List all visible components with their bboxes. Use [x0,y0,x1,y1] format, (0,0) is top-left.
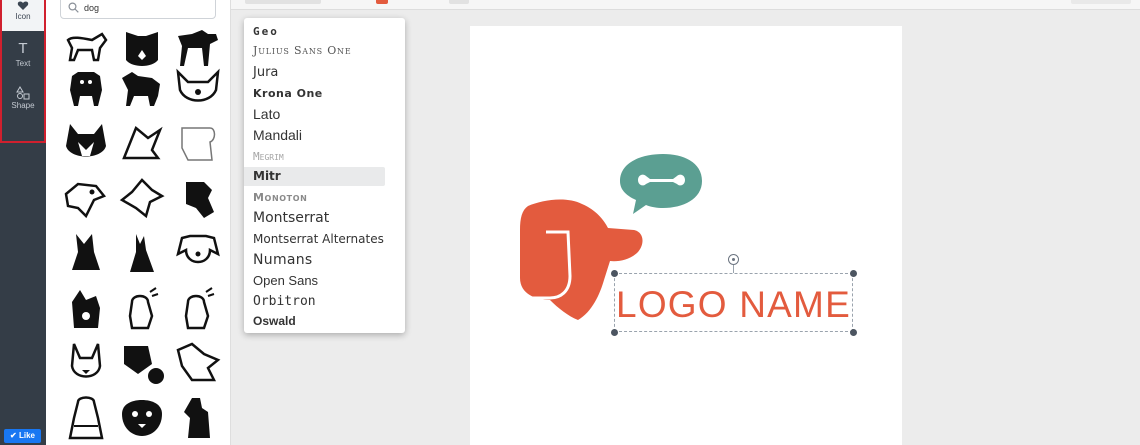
retriever-silhouette-icon[interactable] [118,66,166,114]
dog-bubble-icon[interactable] [118,340,166,388]
font-option-jura[interactable]: Jura [244,63,385,82]
font-option-orbitron[interactable]: Orbitron [244,292,385,311]
resize-handle-top-right[interactable] [850,270,857,277]
search-icon [68,2,79,13]
dog-sitting-tall-icon[interactable] [174,394,222,442]
beagle-face-line-icon[interactable] [174,230,222,278]
dog-face-round-icon[interactable] [118,394,166,442]
puppy-sitting-line-2-icon[interactable] [174,286,222,334]
search-box[interactable] [60,0,216,19]
dog-outline-abstract-icon[interactable] [174,120,222,168]
toolbar-color-swatch[interactable] [376,0,388,4]
toolbar-right-actions[interactable] [1071,0,1131,4]
font-option-geo[interactable]: Geo [244,22,385,41]
fox-head-outline-icon[interactable] [118,176,166,224]
selection-box [614,273,853,332]
puppy-sitting-line-icon[interactable] [118,286,166,334]
doberman-sitting-icon[interactable] [118,230,166,278]
rotate-handle[interactable] [728,254,739,265]
font-option-mitr[interactable]: Mitr [244,167,385,186]
pug-silhouette-icon[interactable] [62,66,110,114]
toolbar-font-select[interactable] [245,0,321,4]
toolbar-size-field[interactable] [449,0,469,4]
icon-panel [46,0,231,445]
resize-handle-bottom-right[interactable] [850,329,857,336]
husky-face-icon[interactable] [62,120,110,168]
dog-lying-line-icon[interactable] [174,340,222,388]
dog-sweater-icon[interactable] [62,394,110,442]
font-option-lato[interactable]: Lato [244,105,385,124]
like-button[interactable]: ✔ Like [4,429,41,443]
font-option-julius-sans-one[interactable]: Julius Sans One [244,41,385,60]
dog-head-outline-icon[interactable] [62,176,110,224]
dog-head-solid-icon[interactable] [174,176,222,224]
search-input[interactable] [84,0,204,15]
rail-highlight-frame [0,0,46,143]
font-dropdown: Geo Julius Sans One Jura Krona One Lato … [244,18,405,333]
tool-rail: Icon T Text Shape ✔ Like [0,0,46,445]
resize-handle-top-left[interactable] [611,270,618,277]
font-option-monoton[interactable]: Monoton [244,188,385,207]
font-option-krona-one[interactable]: Krona One [244,84,385,103]
like-label: Like [18,431,35,440]
dog-face-line-icon[interactable] [174,66,222,114]
font-option-montserrat-alternates[interactable]: Montserrat Alternates [244,230,385,249]
rotate-stem [733,265,734,273]
top-toolbar [231,0,1140,10]
dog-paw-wave-icon[interactable] [62,286,110,334]
font-option-megrim[interactable]: Megrim [244,147,385,166]
font-option-numans[interactable]: Numans [244,251,385,270]
font-option-montserrat[interactable]: Montserrat [244,209,385,228]
dog-sitting-silhouette-icon[interactable] [62,230,110,278]
font-option-mandali[interactable]: Mandali [244,126,385,145]
rabbit-dog-face-icon[interactable] [62,340,110,388]
dog-sitting-line-icon[interactable] [118,120,166,168]
font-option-open-sans[interactable]: Open Sans [244,271,385,290]
font-option-oswald[interactable]: Oswald [244,312,385,331]
speech-bubble [620,154,702,214]
resize-handle-bottom-left[interactable] [611,329,618,336]
